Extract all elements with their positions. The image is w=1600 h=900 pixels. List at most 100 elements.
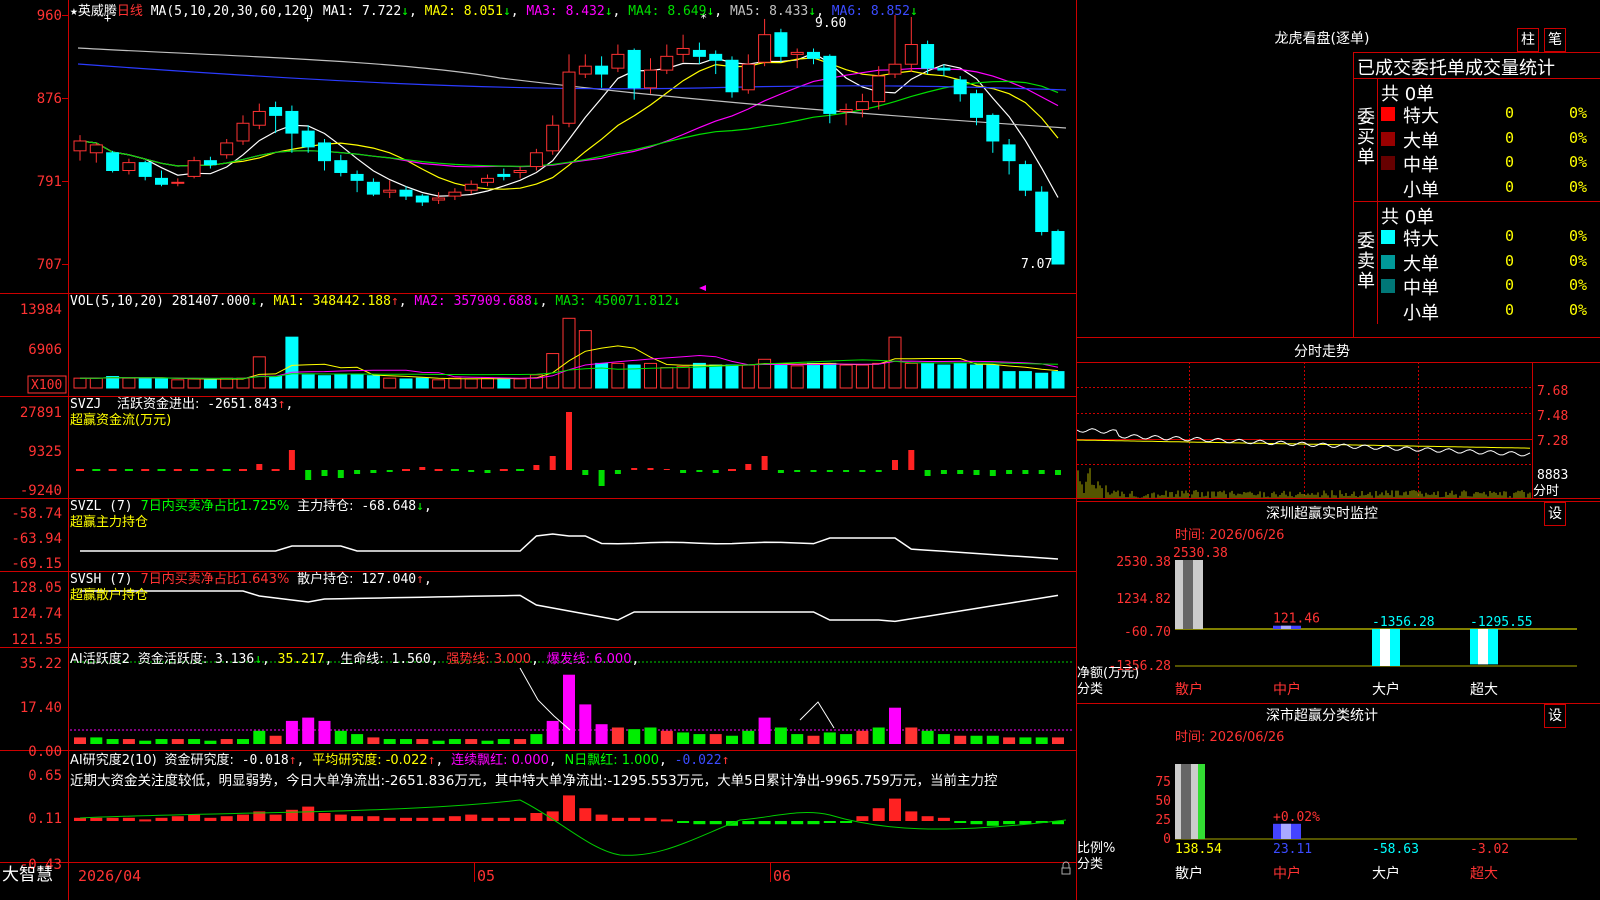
volume-bar	[790, 365, 804, 389]
candle-body	[350, 173, 364, 181]
research-bar	[481, 817, 494, 821]
volume-bar	[562, 317, 576, 389]
lhb-subtitle: 已成交委托单成交量统计	[1357, 58, 1555, 79]
sz-monitor-settings-button[interactable]: 设	[1544, 502, 1566, 526]
activity-bar	[204, 740, 217, 744]
price-axis: 960 876 791 707 13984 6906 27891 9325 -9…	[11, 8, 62, 873]
volume-bar	[252, 356, 266, 389]
ma-params: MA(5,10,20,30,60,120)	[150, 4, 316, 19]
activity-bar	[579, 704, 592, 744]
fund-flow-bar	[484, 470, 491, 473]
fund-flow-bar	[843, 470, 850, 472]
class-value-label: 23.11	[1273, 842, 1312, 857]
order-value: 0	[1505, 300, 1515, 319]
date-axis-month: 06	[773, 867, 791, 885]
cursor-marker-icon	[699, 285, 706, 291]
order-label: 小单	[1403, 302, 1439, 324]
ai1-axis-label: 0.00	[28, 744, 62, 760]
research-bar	[318, 813, 331, 821]
activity-bar	[253, 730, 266, 744]
buy-side-label: 委买单	[1357, 107, 1375, 168]
research-bar	[237, 814, 249, 821]
order-label: 特大	[1403, 229, 1439, 250]
order-label: 特大	[1403, 106, 1439, 127]
activity-bar	[481, 740, 494, 744]
fund-flow-bar	[940, 470, 947, 474]
sz-monitor-chart[interactable]: 2530.38 1234.82 -60.70 -1356.28 2530.38 散户 121…	[1077, 540, 1600, 702]
research-bar	[986, 821, 999, 826]
class-axis-label: 0	[1163, 832, 1171, 847]
activity-bar	[188, 739, 201, 744]
class-note-label: +0.02%	[1273, 810, 1320, 825]
fenshi-chart[interactable]: 7.68 7.48 7.28 8883 分时	[1077, 362, 1600, 500]
research-bar	[660, 819, 673, 822]
activity-bar	[400, 739, 412, 744]
candle-body	[236, 122, 250, 142]
fund-flow-bar	[434, 469, 443, 471]
candle-body	[285, 110, 299, 134]
bar-mode-button[interactable]: 柱	[1517, 28, 1539, 52]
volume-bar	[1018, 371, 1032, 389]
fund-flow-bar	[1055, 470, 1061, 475]
volume-bar	[513, 378, 527, 389]
svzl-axis-label: -58.74	[11, 506, 62, 522]
monitor-axis-label: -60.70	[1124, 625, 1171, 640]
svzl-axis-label: -63.94	[11, 531, 62, 547]
monitor-y-label: 净额(万元)	[1077, 666, 1139, 681]
volume-bar	[1051, 371, 1065, 389]
activity-bar	[416, 739, 429, 744]
svsh-axis-label: 128.05	[11, 580, 62, 596]
tick-mode-button[interactable]: 笔	[1544, 28, 1566, 52]
volume-bar	[203, 379, 217, 389]
candle-body	[432, 197, 446, 201]
candle-body	[644, 69, 657, 89]
activity-bar	[1019, 737, 1032, 744]
volume-bar	[73, 377, 87, 389]
order-value: 0	[1505, 251, 1515, 270]
candle-body	[366, 181, 380, 195]
candle-body	[790, 51, 804, 55]
candle-body	[921, 44, 935, 69]
sz-class-settings-button[interactable]: 设	[1544, 704, 1566, 728]
order-pct: 0%	[1569, 227, 1588, 245]
research-bar	[188, 814, 201, 821]
candle-body	[481, 177, 494, 183]
fund-flow-bar	[859, 470, 866, 472]
activity-bar	[514, 739, 527, 744]
activity-bar	[856, 730, 869, 744]
order-value: 0	[1505, 128, 1515, 147]
date-axis-start: 2026/04	[78, 867, 141, 885]
order-value: 0	[1505, 104, 1515, 122]
order-color-swatch	[1381, 107, 1395, 121]
fund-flow-bar	[696, 470, 703, 472]
ma3-label: MA3: 8.432↓	[526, 4, 613, 19]
svsh-axis-label: 124.74	[11, 606, 62, 622]
candle-body	[301, 130, 315, 148]
stock-name[interactable]: 英威腾	[78, 4, 117, 19]
candle-body	[562, 71, 576, 124]
candle-body	[970, 93, 983, 118]
ma4-label: MA4: 8.649↓	[628, 4, 715, 19]
fund-flow-bar	[745, 464, 752, 470]
monitor-category-label: 大户	[1372, 681, 1400, 698]
class-bar	[1175, 764, 1205, 839]
order-color-swatch	[1381, 180, 1395, 195]
sz-class-chart[interactable]: 75 50 25 0 +0.02% 138.54 散户 23.11 中户 -58.63 大户 -3.0…	[1077, 742, 1600, 900]
bar-highlight	[1478, 629, 1488, 665]
research-bar	[530, 813, 543, 821]
candle-body	[89, 144, 103, 154]
star-icon[interactable]: ★	[70, 4, 78, 19]
volume-bar	[660, 367, 674, 389]
research-bar	[677, 821, 690, 823]
period-label[interactable]: 日线	[117, 4, 143, 19]
activity-bar	[693, 734, 706, 744]
lock-icon[interactable]	[1061, 861, 1071, 875]
order-color-swatch	[1381, 131, 1395, 146]
volume-bar	[872, 362, 886, 389]
ma1-label: MA1: 7.722↓	[322, 4, 409, 19]
volume-bar	[334, 373, 348, 389]
activity-bar	[106, 739, 119, 744]
ai-comment: 近期大资金关注度较低，明显弱势，今日大单净流出:-2651.836万元，其中特大…	[70, 773, 998, 789]
activity-bar	[595, 724, 608, 744]
research-bar	[171, 816, 184, 821]
